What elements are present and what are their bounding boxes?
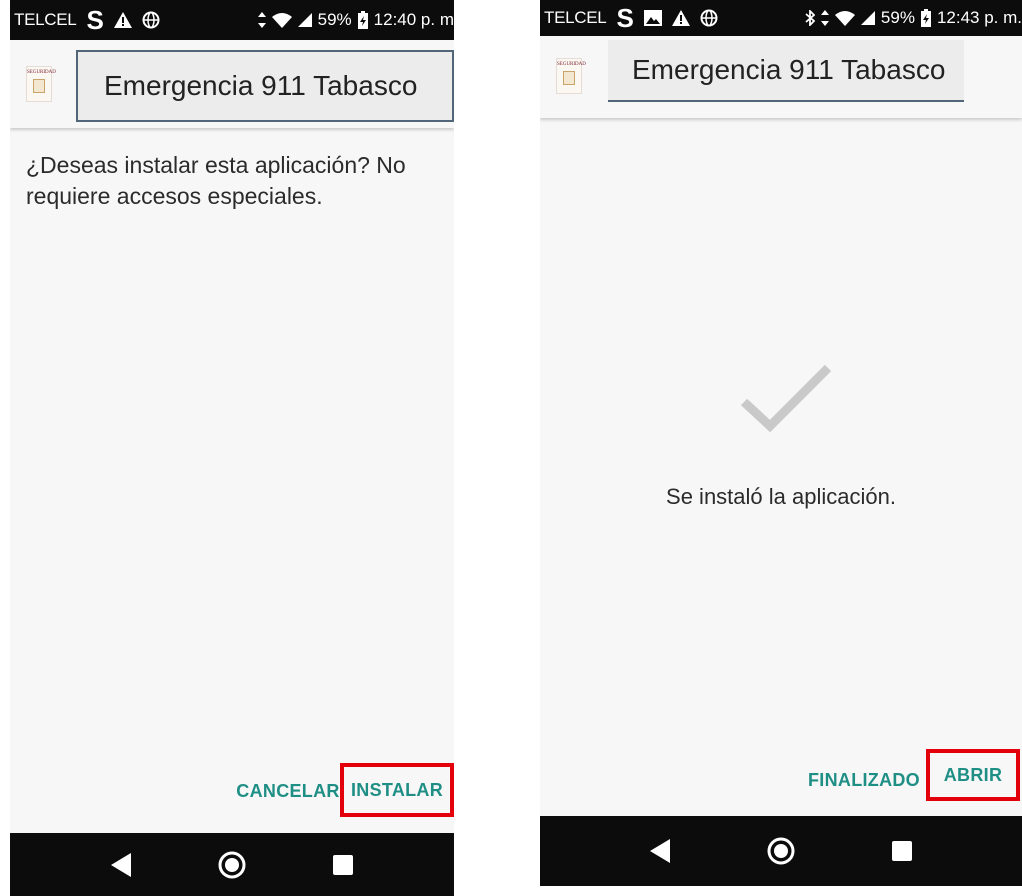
alert-icon xyxy=(113,12,132,28)
globe-icon xyxy=(700,9,718,27)
wifi-icon xyxy=(271,12,292,28)
app-logo-icon: SEGURIDAD xyxy=(26,66,56,102)
alert-icon xyxy=(671,10,690,26)
finished-button[interactable]: FINALIZADO xyxy=(804,760,924,800)
logo-text: SEGURIDAD xyxy=(27,70,56,75)
recents-icon[interactable] xyxy=(313,840,373,890)
back-icon[interactable] xyxy=(91,840,151,890)
install-complete-screen: TELCEL S 59% 12:43 p. m. SEGURIDAD Emerg… xyxy=(540,0,1022,886)
home-icon[interactable] xyxy=(202,840,262,890)
app-logo-icon: SEGURIDAD xyxy=(556,58,586,94)
logo-text: SEGURIDAD xyxy=(557,62,586,67)
checkmark-icon xyxy=(740,364,832,441)
carrier-label: TELCEL xyxy=(14,10,77,29)
s-icon: S xyxy=(86,5,104,35)
signal-icon xyxy=(297,13,312,27)
app-title: Emergencia 911 Tabasco xyxy=(76,50,454,122)
app-title: Emergencia 911 Tabasco xyxy=(608,40,964,102)
app-header: SEGURIDAD Emergencia 911 Tabasco xyxy=(540,36,1022,118)
clock: 12:40 p. m xyxy=(373,10,454,29)
battery-percent: 59% xyxy=(880,8,915,27)
navigation-bar xyxy=(10,833,454,896)
signal-icon xyxy=(860,11,875,25)
install-prompt-screen: TELCEL S 59% 12:40 p. m SEGURIDAD Emerge… xyxy=(10,0,454,896)
wifi-icon xyxy=(834,10,855,26)
data-arrows-icon xyxy=(820,10,829,26)
bluetooth-icon xyxy=(805,10,815,26)
recents-icon[interactable] xyxy=(872,826,932,876)
logo-emblem xyxy=(563,71,575,85)
install-question: ¿Deseas instalar esta aplicación? No req… xyxy=(26,152,406,209)
logo-emblem xyxy=(33,79,45,93)
data-arrows-icon xyxy=(257,12,266,28)
image-icon xyxy=(643,10,662,26)
home-icon[interactable] xyxy=(751,826,811,876)
status-bar: TELCEL S 59% 12:43 p. m. xyxy=(540,0,1022,36)
install-button[interactable]: INSTALAR xyxy=(340,763,454,817)
open-button[interactable]: ABRIR xyxy=(926,749,1020,801)
status-bar: TELCEL S 59% 12:40 p. m xyxy=(10,0,454,40)
cancel-button[interactable]: CANCELAR xyxy=(232,771,344,811)
navigation-bar xyxy=(540,816,1022,886)
s-icon: S xyxy=(616,3,634,33)
clock: 12:43 p. m. xyxy=(936,8,1022,27)
carrier-label: TELCEL xyxy=(544,8,607,27)
back-icon[interactable] xyxy=(630,826,690,876)
battery-icon xyxy=(357,11,368,29)
install-success-message: Se instaló la aplicación. xyxy=(666,484,896,509)
battery-percent: 59% xyxy=(317,10,352,29)
globe-icon xyxy=(142,11,160,29)
app-header: SEGURIDAD Emergencia 911 Tabasco xyxy=(10,40,454,128)
battery-icon xyxy=(920,9,931,27)
